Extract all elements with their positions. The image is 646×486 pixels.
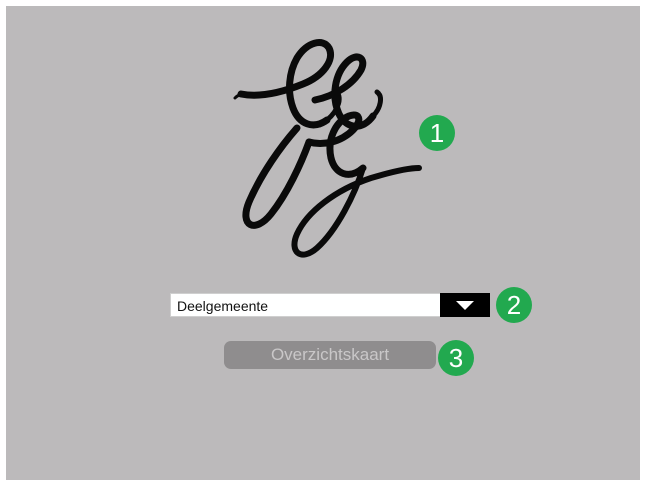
annotation-badge-2: 2 [496,287,532,323]
annotation-badge-1: 1 [419,115,455,151]
gg-monogram-logo [233,39,422,258]
app-screen: 1 Deelgemeente 2 Overzichtskaart 3 [6,6,640,480]
overview-map-button[interactable]: Overzichtskaart [224,341,436,369]
deelgemeente-dropdown[interactable]: Deelgemeente [170,293,490,317]
dropdown-selected-value: Deelgemeente [177,298,269,314]
chevron-down-icon [456,301,474,310]
annotation-badge-3: 3 [438,340,474,376]
dropdown-toggle[interactable] [440,293,490,317]
